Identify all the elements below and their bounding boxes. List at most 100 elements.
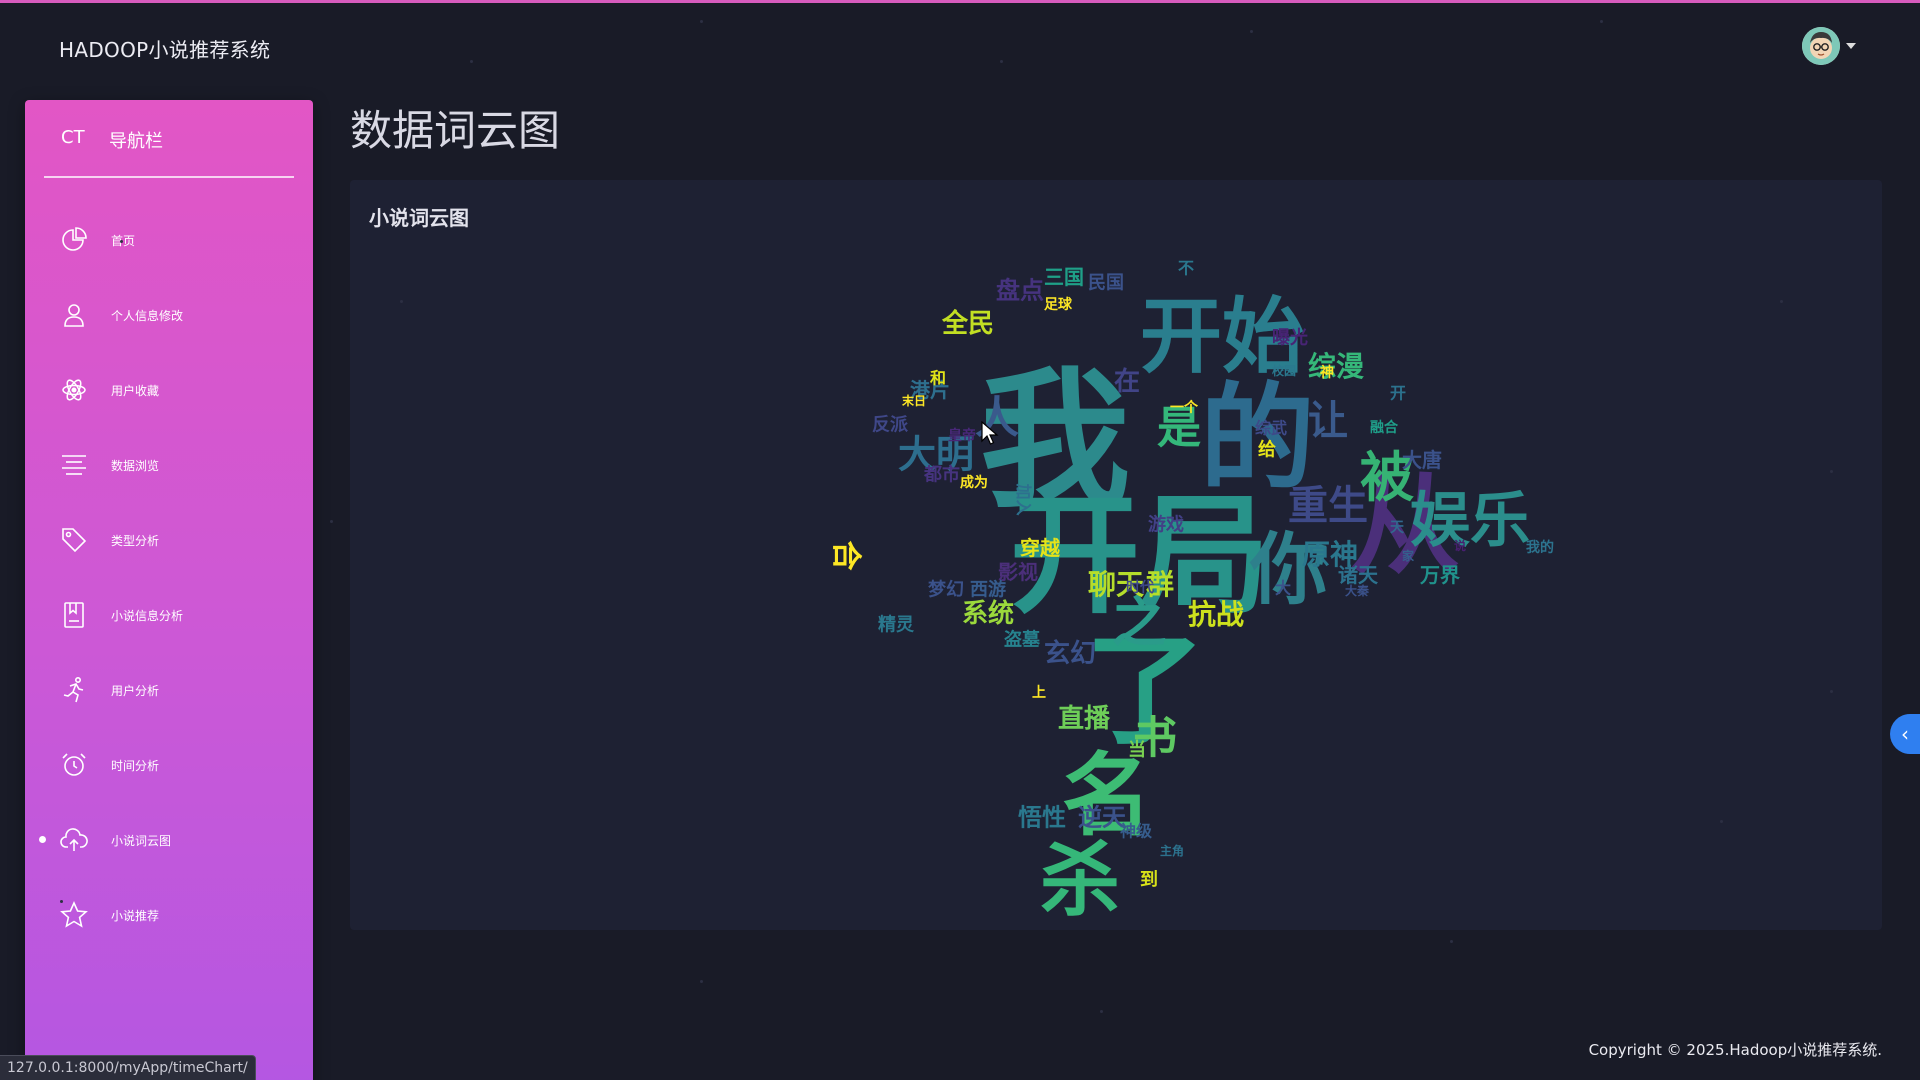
wordcloud-word: 大秦 [1345, 583, 1369, 598]
wordcloud-word: 游戏 [1148, 513, 1184, 535]
background-star [330, 520, 333, 523]
background-star [1450, 940, 1453, 943]
sidebar-item-user-analysis[interactable]: 用户分析 [25, 652, 313, 727]
running-person-icon [63, 676, 84, 703]
wordcloud-word: 反派 [872, 414, 909, 435]
wordcloud-word: 神 [1320, 364, 1334, 381]
atom-icon [62, 379, 86, 401]
wordcloud-word: 皇帝 [948, 427, 976, 444]
active-indicator [39, 836, 46, 843]
sidebar-item-label: 用户收藏 [111, 384, 160, 398]
wordcloud-word: 时代 [1126, 579, 1154, 596]
background-star [700, 980, 703, 983]
book-icon [64, 602, 84, 628]
chevron-left-icon: ‹ [1901, 722, 1909, 746]
chevron-down-icon[interactable] [1846, 43, 1856, 49]
app-brand[interactable]: HADOOP小说推荐系统 [59, 34, 270, 63]
sidebar-item-profile[interactable]: 个人信息修改 [25, 277, 313, 352]
footer-copyright: Copyright © 2025.Hadoop小说推荐系统. [1588, 1041, 1882, 1059]
background-star [1000, 60, 1003, 63]
wordcloud-word: 都市 [923, 463, 960, 485]
wordcloud-word: 合 [828, 541, 863, 571]
wordcloud-word: 直播 [1058, 704, 1111, 734]
top-navbar: HADOOP小说推荐系统 [0, 3, 1920, 89]
wordcloud-word: 在 [1114, 367, 1140, 397]
background-star [1830, 470, 1833, 473]
wordcloud-word: 当 [1128, 738, 1146, 760]
wordcloud-card: 小说词云图 我开始的开局从了你娱乐被重生 大明人让是之全民 盘点 综漫 原神 聊天群抗战系… [350, 180, 1882, 930]
background-star [1600, 20, 1603, 23]
avatar[interactable] [1802, 27, 1840, 65]
wordcloud-word: 一个 [1170, 399, 1199, 416]
sidebar-title[interactable]: 导航栏 [109, 127, 163, 153]
background-star [1720, 820, 1723, 823]
mouse-cursor-icon [981, 421, 999, 445]
wordcloud-word: 悟性 [1018, 803, 1066, 831]
wordcloud-word: 末日 [902, 393, 926, 408]
wordcloud-word: 给 [1258, 438, 1276, 460]
wordcloud-word: 三国 [1044, 265, 1084, 289]
sidebar-item-recommend[interactable]: 小说推荐 [25, 877, 313, 952]
sidebar-item-label: 小说词云图 [111, 834, 172, 848]
sidebar-item-label: 小说信息分析 [111, 609, 184, 623]
wordcloud-word: 融合 [1370, 419, 1399, 436]
wordcloud-word: 逆天 [1078, 803, 1126, 831]
sidebar-divider [44, 176, 294, 178]
tag-icon [62, 528, 87, 553]
pie-chart-icon [62, 227, 87, 251]
wordcloud-word: 到 [1140, 869, 1158, 890]
wordcloud-word: 足球 [1044, 296, 1073, 313]
sidebar-item-type-analysis[interactable]: 类型分析 [25, 502, 313, 577]
wordcloud-word: 万界 [1419, 563, 1460, 587]
wordcloud-word: 校园 [1272, 363, 1296, 378]
wordcloud-word: 和 [930, 369, 946, 388]
sidebar-item-label: 类型分析 [111, 534, 160, 548]
sidebar-item-label: 数据浏览 [111, 459, 160, 473]
background-star [400, 300, 403, 303]
page-title: 数据词云图 [350, 106, 561, 155]
wordcloud-canvas: 我开始的开局 从了你娱乐被重生大明人 让是之全民盘点综漫原神聊天 群抗战系统玄幻直播书… [828, 259, 1554, 927]
user-icon [64, 304, 84, 327]
background-star [60, 900, 63, 903]
background-star [1250, 30, 1253, 33]
sidebar-toggle-button[interactable]: ‹ [1890, 714, 1920, 754]
sidebar: CT 导航栏 首页 个人信息修改 用户收藏 数据浏览 类型分析 小说信息分析 用… [25, 100, 313, 1080]
wordcloud-word: 重生 [1288, 483, 1368, 529]
wordcloud-word: 上 [1032, 685, 1046, 701]
sidebar-item-wordcloud[interactable]: 小说词云图 [25, 802, 313, 877]
wordcloud-word: 大唐 [1402, 448, 1442, 472]
wordcloud-word: 综漫 [1308, 350, 1364, 383]
wordcloud-word: 大 [1275, 579, 1291, 598]
wordcloud-word: 主角 [1160, 843, 1184, 858]
sidebar-item-favorites[interactable]: 用户收藏 [25, 352, 313, 427]
user-menu[interactable] [1802, 27, 1856, 65]
wordcloud-word: 玄幻 [1044, 638, 1096, 669]
wordcloud-word: 盘点 [996, 276, 1044, 304]
sidebar-item-time-analysis[interactable]: 时间分析 [25, 727, 313, 802]
wordcloud-word: 让 [1308, 398, 1348, 444]
background-star [700, 20, 703, 23]
sidebar-item-novel-info[interactable]: 小说信息分析 [25, 577, 313, 652]
sidebar-short-logo[interactable]: CT [61, 127, 85, 148]
wordcloud-word: 梦幻 [928, 578, 964, 600]
wordcloud-word: 曝光 [1272, 326, 1308, 348]
cloud-upload-icon [60, 828, 88, 851]
star-icon [60, 901, 88, 928]
sidebar-item-label: 个人信息修改 [111, 309, 184, 323]
card-title: 小说词云图 [369, 206, 469, 230]
wordcloud-word: 开 [1390, 384, 1406, 403]
wordcloud-word: 娱乐 [1410, 486, 1530, 556]
background-star [470, 60, 473, 63]
sidebar-item-home[interactable]: 首页 [25, 202, 313, 277]
sidebar-item-label: 首页 [111, 234, 136, 248]
background-star [120, 240, 123, 243]
sidebar-item-label: 用户分析 [111, 684, 160, 698]
wordcloud-word: 精灵 [878, 613, 915, 635]
background-star [1780, 300, 1783, 303]
alarm-clock-icon [62, 753, 86, 776]
sidebar-item-data-browse[interactable]: 数据浏览 [25, 427, 313, 502]
wordcloud-word: 神级 [1120, 822, 1153, 841]
wordcloud-word: 天 [1390, 520, 1405, 536]
wordcloud-word: 加入 [1014, 483, 1033, 516]
wordcloud-word: 盗墓 [1004, 628, 1041, 650]
